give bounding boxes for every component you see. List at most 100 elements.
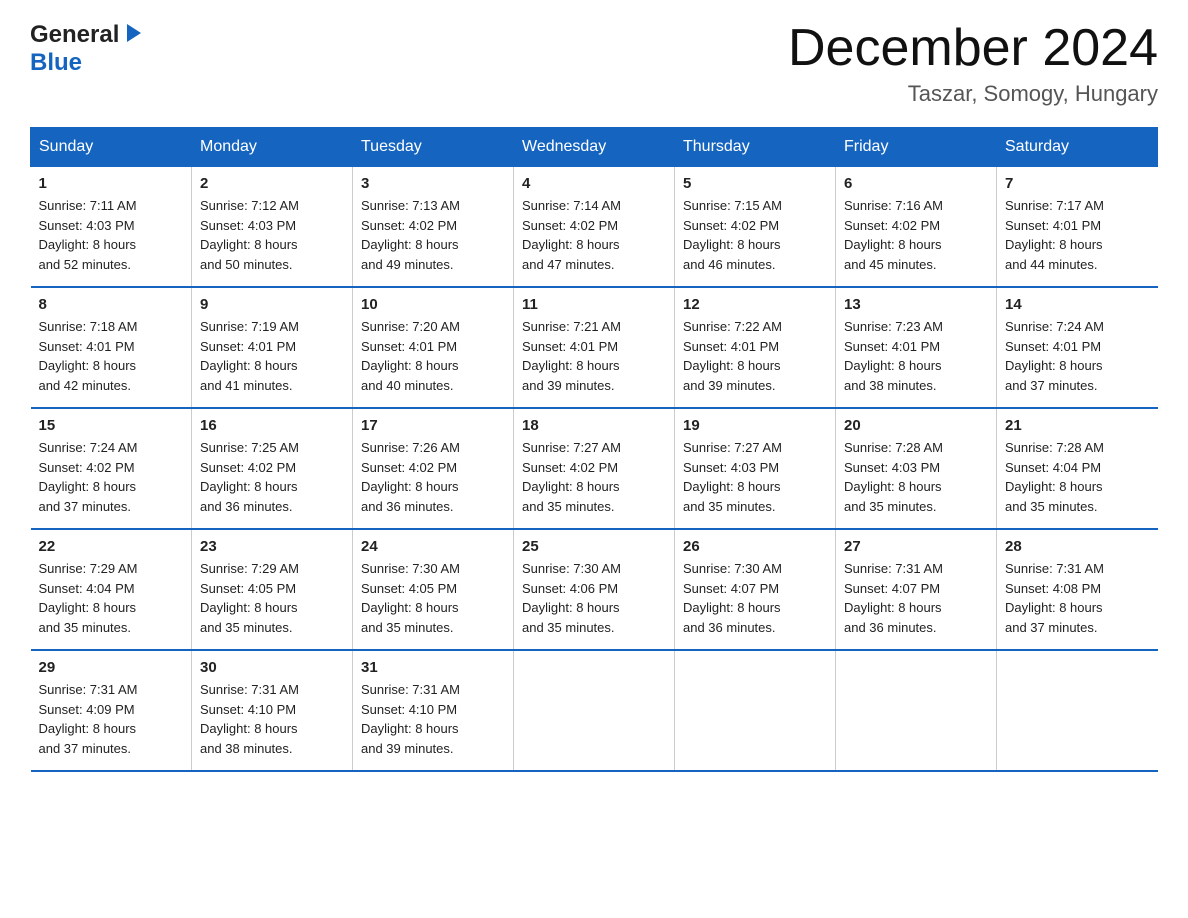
daylight: Daylight: 8 hours — [844, 358, 942, 373]
table-row: 9 Sunrise: 7:19 AM Sunset: 4:01 PM Dayli… — [192, 287, 353, 408]
table-row: 5 Sunrise: 7:15 AM Sunset: 4:02 PM Dayli… — [675, 167, 836, 288]
sunset: Sunset: 4:01 PM — [844, 339, 940, 354]
day-number: 20 — [844, 417, 988, 434]
sunrise: Sunrise: 7:24 AM — [1005, 319, 1104, 334]
table-row: 26 Sunrise: 7:30 AM Sunset: 4:07 PM Dayl… — [675, 529, 836, 650]
month-title: December 2024 — [788, 20, 1158, 77]
day-info: Sunrise: 7:31 AM Sunset: 4:10 PM Dayligh… — [361, 680, 505, 758]
daylight: Daylight: 8 hours — [522, 358, 620, 373]
day-number: 14 — [1005, 296, 1150, 313]
sunrise: Sunrise: 7:22 AM — [683, 319, 782, 334]
day-number: 4 — [522, 175, 666, 192]
daylight: Daylight: 8 hours — [844, 237, 942, 252]
daylight-minutes: and 39 minutes. — [361, 741, 454, 756]
day-number: 18 — [522, 417, 666, 434]
daylight: Daylight: 8 hours — [522, 479, 620, 494]
day-info: Sunrise: 7:25 AM Sunset: 4:02 PM Dayligh… — [200, 438, 344, 516]
daylight: Daylight: 8 hours — [1005, 358, 1103, 373]
day-info: Sunrise: 7:14 AM Sunset: 4:02 PM Dayligh… — [522, 196, 666, 274]
day-number: 6 — [844, 175, 988, 192]
sunrise: Sunrise: 7:23 AM — [844, 319, 943, 334]
daylight: Daylight: 8 hours — [683, 358, 781, 373]
day-number: 31 — [361, 659, 505, 676]
sunset: Sunset: 4:08 PM — [1005, 581, 1101, 596]
sunrise: Sunrise: 7:26 AM — [361, 440, 460, 455]
sunset: Sunset: 4:04 PM — [39, 581, 135, 596]
daylight: Daylight: 8 hours — [39, 237, 137, 252]
daylight-minutes: and 37 minutes. — [1005, 620, 1098, 635]
logo-blue-text: Blue — [30, 49, 82, 76]
sunset: Sunset: 4:01 PM — [683, 339, 779, 354]
daylight: Daylight: 8 hours — [683, 237, 781, 252]
table-row: 4 Sunrise: 7:14 AM Sunset: 4:02 PM Dayli… — [514, 167, 675, 288]
daylight: Daylight: 8 hours — [522, 237, 620, 252]
day-info: Sunrise: 7:30 AM Sunset: 4:05 PM Dayligh… — [361, 559, 505, 637]
daylight: Daylight: 8 hours — [683, 479, 781, 494]
daylight-minutes: and 35 minutes. — [200, 620, 293, 635]
day-number: 9 — [200, 296, 344, 313]
day-number: 24 — [361, 538, 505, 555]
day-number: 21 — [1005, 417, 1150, 434]
table-row: 17 Sunrise: 7:26 AM Sunset: 4:02 PM Dayl… — [353, 408, 514, 529]
daylight-minutes: and 42 minutes. — [39, 378, 132, 393]
day-info: Sunrise: 7:29 AM Sunset: 4:05 PM Dayligh… — [200, 559, 344, 637]
logo: General Blue — [30, 20, 145, 77]
sunrise: Sunrise: 7:15 AM — [683, 198, 782, 213]
sunrise: Sunrise: 7:28 AM — [844, 440, 943, 455]
daylight: Daylight: 8 hours — [200, 721, 298, 736]
table-row: 31 Sunrise: 7:31 AM Sunset: 4:10 PM Dayl… — [353, 650, 514, 771]
day-number: 19 — [683, 417, 827, 434]
sunset: Sunset: 4:10 PM — [361, 702, 457, 717]
daylight-minutes: and 36 minutes. — [200, 499, 293, 514]
day-info: Sunrise: 7:20 AM Sunset: 4:01 PM Dayligh… — [361, 317, 505, 395]
day-number: 7 — [1005, 175, 1150, 192]
daylight-minutes: and 35 minutes. — [361, 620, 454, 635]
daylight: Daylight: 8 hours — [522, 600, 620, 615]
daylight: Daylight: 8 hours — [39, 479, 137, 494]
sunset: Sunset: 4:03 PM — [683, 460, 779, 475]
daylight-minutes: and 44 minutes. — [1005, 257, 1098, 272]
col-thursday: Thursday — [675, 128, 836, 167]
col-monday: Monday — [192, 128, 353, 167]
daylight-minutes: and 38 minutes. — [844, 378, 937, 393]
daylight: Daylight: 8 hours — [361, 600, 459, 615]
table-row: 19 Sunrise: 7:27 AM Sunset: 4:03 PM Dayl… — [675, 408, 836, 529]
day-number: 5 — [683, 175, 827, 192]
table-row: 13 Sunrise: 7:23 AM Sunset: 4:01 PM Dayl… — [836, 287, 997, 408]
table-row: 6 Sunrise: 7:16 AM Sunset: 4:02 PM Dayli… — [836, 167, 997, 288]
table-row: 20 Sunrise: 7:28 AM Sunset: 4:03 PM Dayl… — [836, 408, 997, 529]
day-number: 2 — [200, 175, 344, 192]
day-info: Sunrise: 7:26 AM Sunset: 4:02 PM Dayligh… — [361, 438, 505, 516]
table-row: 14 Sunrise: 7:24 AM Sunset: 4:01 PM Dayl… — [997, 287, 1158, 408]
table-row — [675, 650, 836, 771]
sunrise: Sunrise: 7:12 AM — [200, 198, 299, 213]
col-tuesday: Tuesday — [353, 128, 514, 167]
daylight-minutes: and 35 minutes. — [39, 620, 132, 635]
sunset: Sunset: 4:07 PM — [683, 581, 779, 596]
daylight-minutes: and 49 minutes. — [361, 257, 454, 272]
sunset: Sunset: 4:03 PM — [39, 218, 135, 233]
sunrise: Sunrise: 7:24 AM — [39, 440, 138, 455]
day-info: Sunrise: 7:21 AM Sunset: 4:01 PM Dayligh… — [522, 317, 666, 395]
table-row: 8 Sunrise: 7:18 AM Sunset: 4:01 PM Dayli… — [31, 287, 192, 408]
sunset: Sunset: 4:02 PM — [844, 218, 940, 233]
sunrise: Sunrise: 7:30 AM — [683, 561, 782, 576]
day-info: Sunrise: 7:17 AM Sunset: 4:01 PM Dayligh… — [1005, 196, 1150, 274]
day-number: 29 — [39, 659, 184, 676]
location: Taszar, Somogy, Hungary — [788, 81, 1158, 107]
daylight: Daylight: 8 hours — [1005, 479, 1103, 494]
sunrise: Sunrise: 7:16 AM — [844, 198, 943, 213]
day-number: 1 — [39, 175, 184, 192]
daylight-minutes: and 41 minutes. — [200, 378, 293, 393]
table-row: 2 Sunrise: 7:12 AM Sunset: 4:03 PM Dayli… — [192, 167, 353, 288]
sunrise: Sunrise: 7:25 AM — [200, 440, 299, 455]
daylight-minutes: and 52 minutes. — [39, 257, 132, 272]
day-number: 30 — [200, 659, 344, 676]
sunrise: Sunrise: 7:29 AM — [200, 561, 299, 576]
sunrise: Sunrise: 7:29 AM — [39, 561, 138, 576]
sunset: Sunset: 4:07 PM — [844, 581, 940, 596]
day-info: Sunrise: 7:27 AM Sunset: 4:03 PM Dayligh… — [683, 438, 827, 516]
sunset: Sunset: 4:02 PM — [39, 460, 135, 475]
sunrise: Sunrise: 7:20 AM — [361, 319, 460, 334]
daylight-minutes: and 36 minutes. — [844, 620, 937, 635]
